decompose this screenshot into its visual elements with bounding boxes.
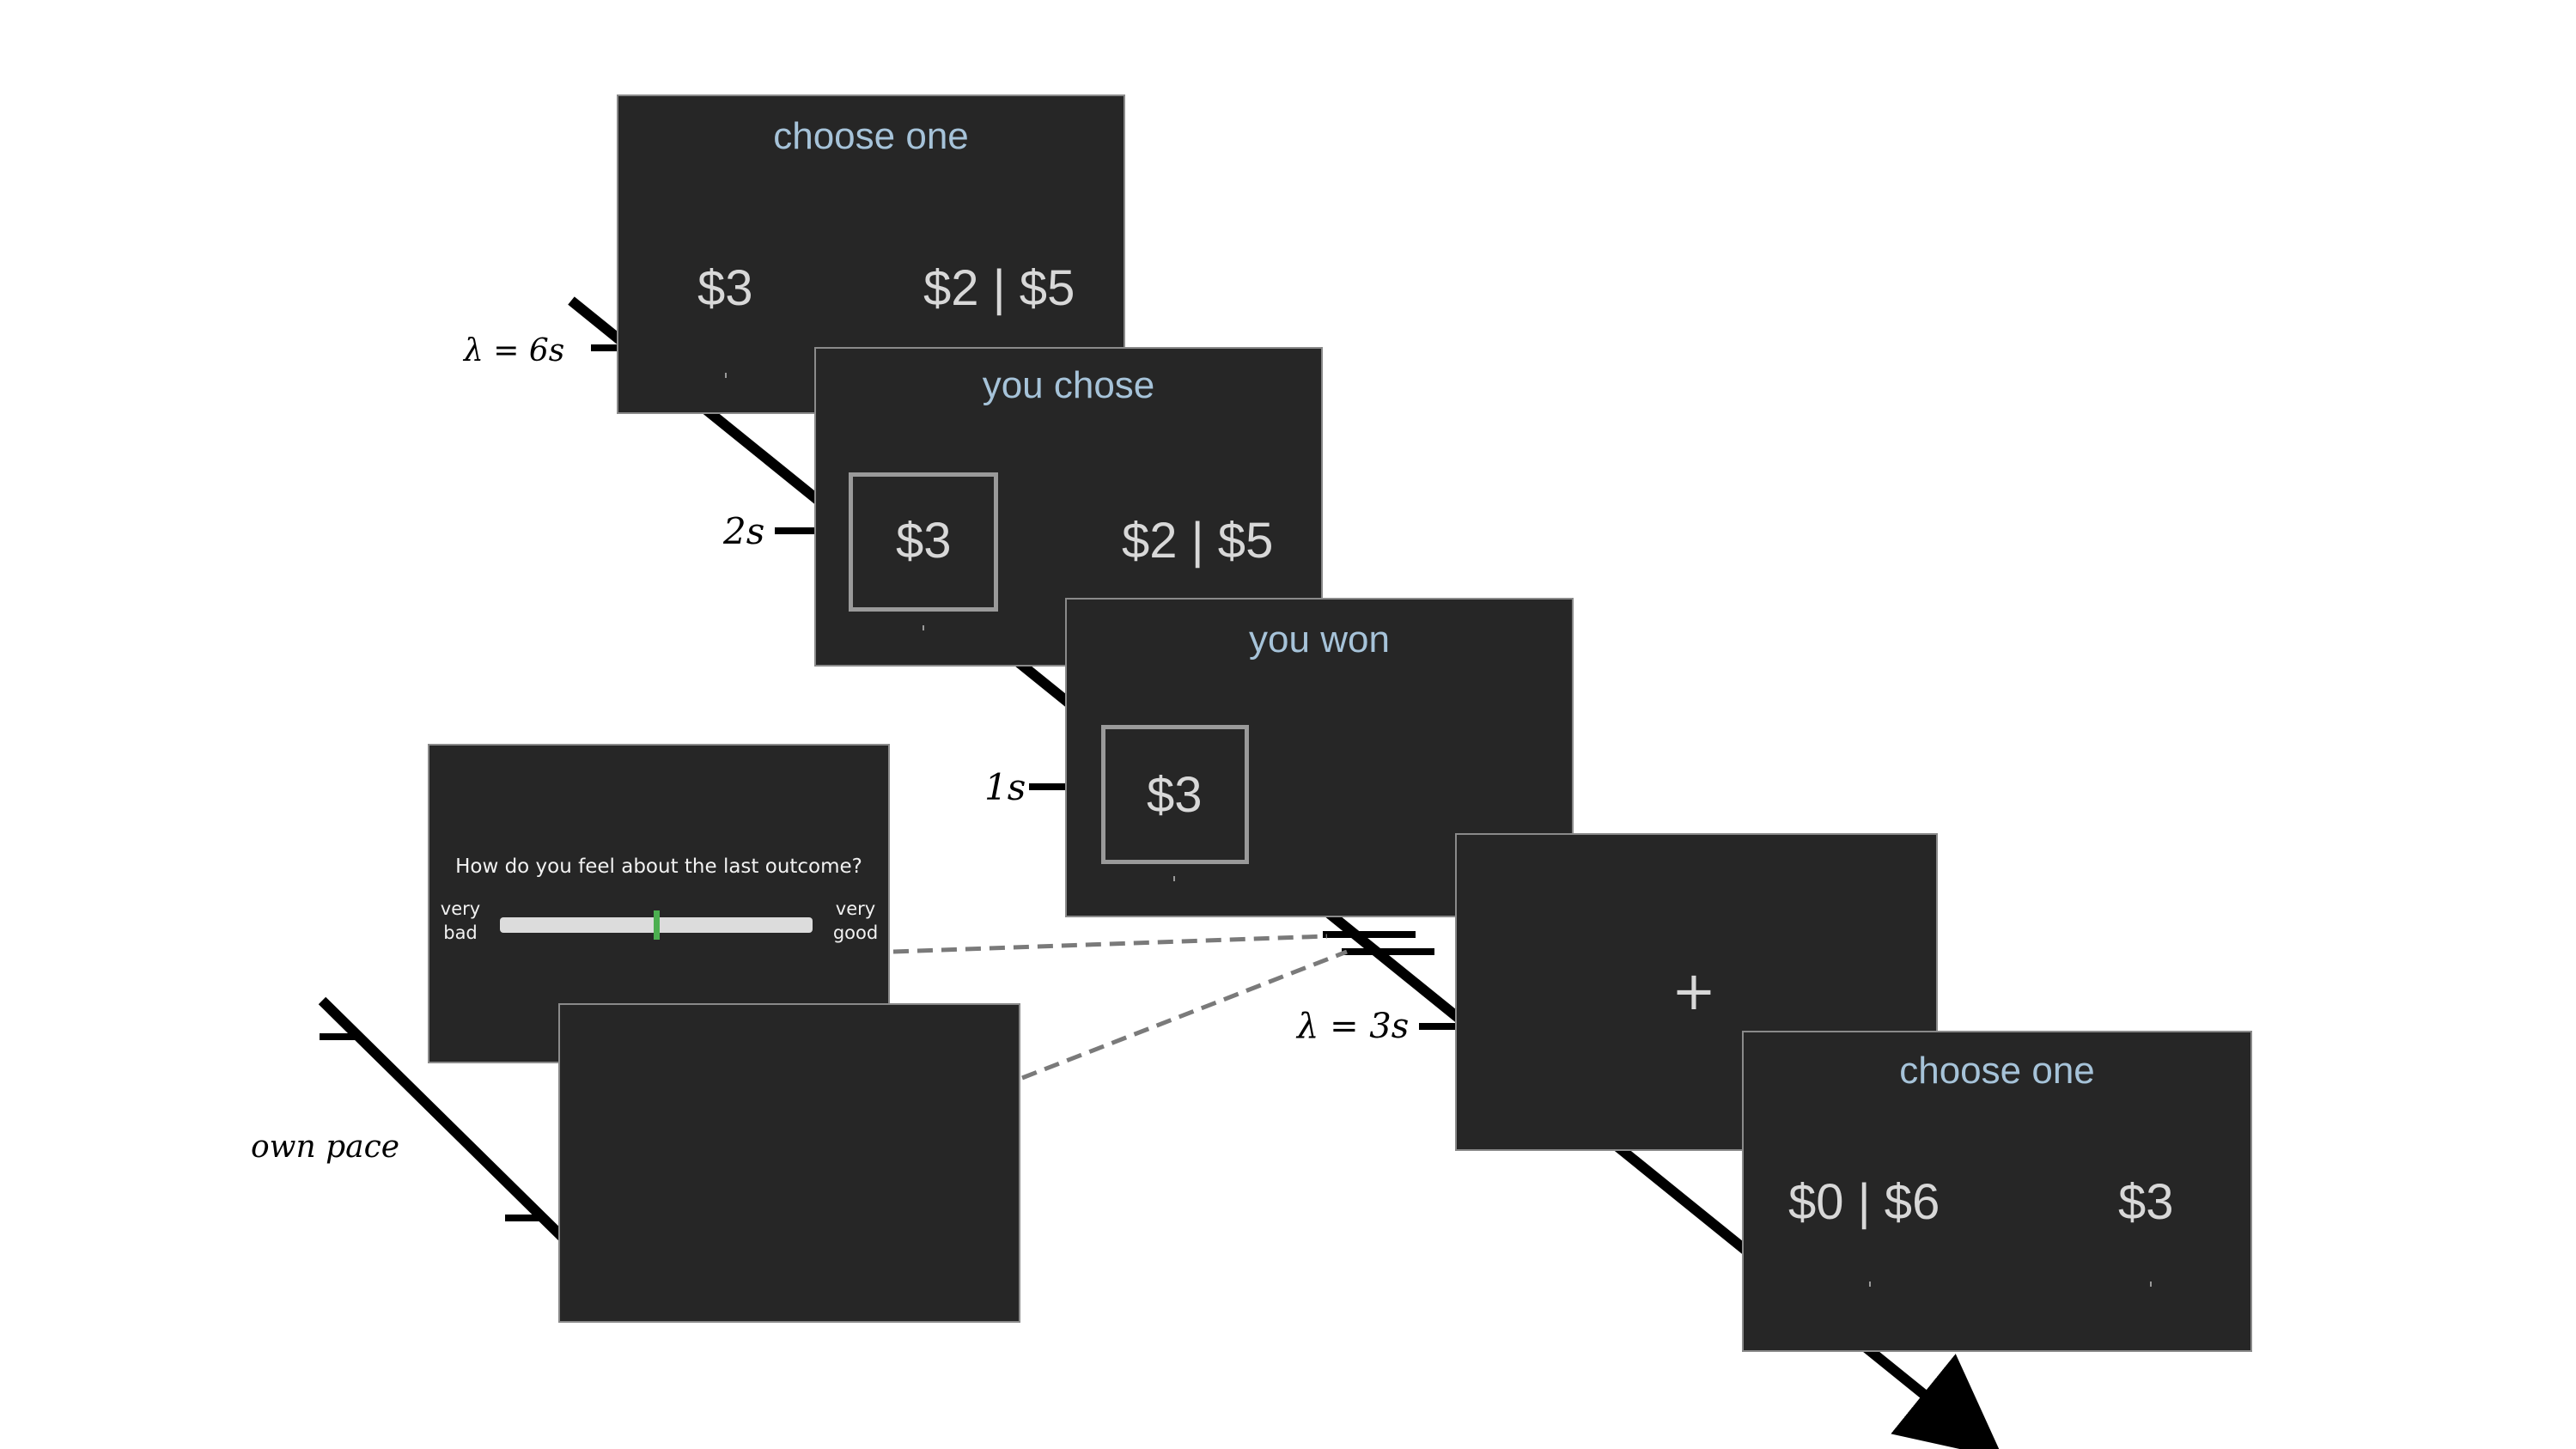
screen-blank (558, 1003, 1020, 1323)
small-tick-mark (2150, 1282, 2152, 1287)
rating-low-label: very bad (440, 898, 481, 943)
screen-header: you chose (982, 364, 1155, 406)
rating-high-label: very good (832, 898, 879, 943)
rating-slider-thumb[interactable] (654, 910, 660, 940)
label-own-pace: own pace (251, 1129, 400, 1165)
small-tick-mark (725, 373, 727, 378)
small-tick-mark (1869, 1282, 1871, 1287)
outcome-value: $3 (1147, 767, 1203, 823)
rating-question: How do you feel about the last outcome? (455, 855, 862, 878)
screen-header: choose one (1899, 1050, 2095, 1092)
screen-header: choose one (773, 115, 969, 157)
option-right: $3 (2118, 1174, 2174, 1230)
option-right: $2 | $5 (923, 260, 1075, 316)
option-left: $3 (697, 260, 753, 316)
fixation-cross: + (1672, 959, 1716, 1022)
label-2s: 2s (723, 510, 765, 552)
small-tick-mark (1173, 876, 1175, 881)
screen-choice-2: choose one $0 | $6 $3 (1742, 1031, 2252, 1352)
option-right: $2 | $5 (1122, 513, 1274, 569)
label-lambda-6s: λ = 6s (464, 333, 565, 368)
label-lambda-3s: λ = 3s (1297, 1007, 1410, 1046)
option-left: $3 (896, 513, 952, 569)
dashed-connector-upper (892, 934, 1328, 954)
option-left: $0 | $6 (1788, 1174, 1940, 1230)
small-tick-mark (923, 625, 924, 630)
screen-header: you won (1249, 618, 1390, 661)
label-1s: 1s (984, 766, 1026, 808)
